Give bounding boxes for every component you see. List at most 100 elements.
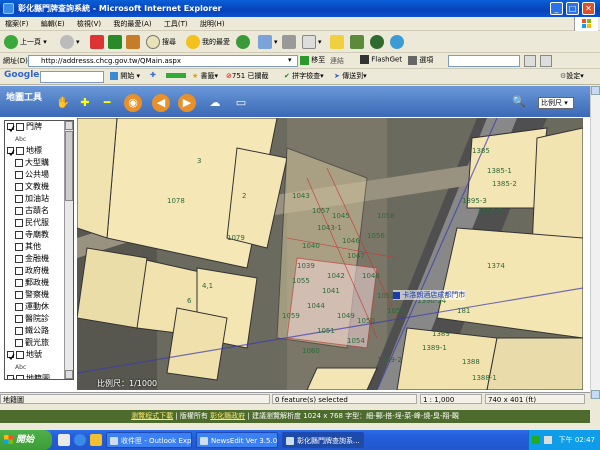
layer-list-scrollbar[interactable] bbox=[64, 121, 73, 379]
url-dropdown-icon[interactable]: ▾ bbox=[288, 56, 292, 64]
layer-checkbox[interactable] bbox=[7, 123, 15, 132]
search-button[interactable]: 搜尋 bbox=[146, 34, 176, 50]
msn-button[interactable] bbox=[390, 34, 406, 50]
tray-volume-icon[interactable] bbox=[544, 436, 553, 444]
google-search-button[interactable]: 開始 ▾ bbox=[110, 71, 140, 81]
forward-button[interactable]: ▾ bbox=[60, 34, 80, 50]
flashget-search-button[interactable] bbox=[524, 55, 536, 67]
print-map-icon[interactable]: ▭ bbox=[232, 94, 250, 112]
layer-row[interactable]: 地號 bbox=[5, 349, 73, 361]
send-to-button[interactable]: ➤ 傳送到▾ bbox=[334, 71, 367, 81]
menu-file[interactable]: 檔案(F) bbox=[0, 17, 34, 31]
previous-extent-icon[interactable]: ◀ bbox=[152, 94, 170, 112]
layer-row[interactable]: 文教機 bbox=[5, 181, 73, 193]
home-button[interactable] bbox=[126, 34, 142, 50]
google-search-input[interactable] bbox=[40, 71, 104, 83]
browser-vertical-scrollbar[interactable] bbox=[590, 86, 600, 399]
menu-favorites[interactable]: 我的最愛(A) bbox=[108, 17, 156, 31]
poi-label[interactable]: 卡洛朗酒店成都門市 bbox=[393, 290, 466, 300]
layer-row[interactable]: 寺廟教 bbox=[5, 229, 73, 241]
research-button[interactable] bbox=[350, 34, 366, 50]
menu-edit[interactable]: 編輯(E) bbox=[36, 17, 70, 31]
layer-checkbox[interactable] bbox=[7, 147, 15, 156]
identify-icon[interactable]: ☁ bbox=[206, 94, 224, 112]
layer-checkbox[interactable] bbox=[7, 351, 15, 360]
quicklaunch-outlook-icon[interactable] bbox=[90, 434, 102, 446]
start-button[interactable]: 開始 bbox=[0, 430, 52, 450]
layer-row[interactable]: 古蹟名 bbox=[5, 205, 73, 217]
font-note: 細-郵-搭-埕-菜-峰-燒-臭-翔-靦 bbox=[366, 412, 459, 420]
layer-row[interactable]: 加油站 bbox=[5, 193, 73, 205]
next-extent-icon[interactable]: ▶ bbox=[178, 94, 196, 112]
layer-scroll-up[interactable] bbox=[65, 121, 73, 130]
url-input[interactable]: http://addresss.chcg.gov.tw/QMain.aspx bbox=[28, 55, 298, 67]
messenger-button[interactable] bbox=[330, 34, 346, 50]
layer-row[interactable]: 金融機 bbox=[5, 253, 73, 265]
layer-row[interactable]: 大型購 bbox=[5, 157, 73, 169]
menu-view[interactable]: 檢視(V) bbox=[72, 17, 106, 31]
taskbar-item-browser[interactable]: 彰化縣門牌查詢系... bbox=[282, 432, 364, 448]
maximize-button[interactable]: □ bbox=[566, 2, 579, 15]
options-button[interactable]: 選項 bbox=[408, 55, 433, 65]
county-government-link[interactable]: 彰化縣政府 bbox=[210, 412, 245, 420]
pan-hand-icon[interactable]: ✋ bbox=[54, 94, 72, 112]
scroll-down-button[interactable] bbox=[591, 390, 600, 399]
close-button[interactable]: ✕ bbox=[582, 2, 595, 15]
quicklaunch-desktop-icon[interactable] bbox=[58, 434, 70, 446]
layer-row[interactable]: 醫院診 bbox=[5, 313, 73, 325]
spellcheck-button[interactable]: ✔ 拼字檢查▾ bbox=[284, 71, 324, 81]
map-view[interactable]: 3 1078 1079 2 4,1 6 1043 1385 1385-1 1385-2 1395-3… bbox=[77, 118, 583, 390]
go-button[interactable]: 移至 bbox=[300, 55, 325, 65]
layer-row[interactable]: 其他 bbox=[5, 241, 73, 253]
google-settings-button[interactable]: ⚙設定▾ bbox=[560, 71, 584, 81]
popup-blocker-button[interactable]: ⊘751 已攔截 bbox=[226, 71, 268, 81]
print-button[interactable] bbox=[282, 34, 298, 50]
google-extras-icon[interactable]: ✚ bbox=[150, 71, 156, 79]
back-button[interactable]: 上一頁 ▾ bbox=[4, 34, 47, 50]
refresh-button[interactable] bbox=[108, 34, 124, 50]
viewer-download-link[interactable]: 瀏覽程式下載 bbox=[131, 412, 173, 420]
zoom-in-icon[interactable]: ✚ bbox=[76, 94, 94, 112]
aerial-map[interactable]: 3 1078 1079 2 4,1 6 1043 1385 1385-1 1385-2 1395-3… bbox=[77, 118, 583, 390]
layer-row[interactable]: 警察機 bbox=[5, 289, 73, 301]
layer-row[interactable]: 門牌 bbox=[5, 121, 73, 133]
links-label[interactable]: 連結 bbox=[330, 56, 344, 66]
layer-row[interactable]: 政府機 bbox=[5, 265, 73, 277]
layer-row[interactable]: 觀光旅 bbox=[5, 337, 73, 349]
stop-button[interactable] bbox=[90, 34, 106, 50]
quicklaunch-ie-icon[interactable] bbox=[74, 434, 86, 446]
layer-checkbox[interactable] bbox=[7, 375, 15, 379]
layer-row[interactable]: Abc bbox=[5, 133, 73, 145]
layer-scroll-thumb[interactable] bbox=[65, 131, 73, 201]
history-button[interactable] bbox=[236, 34, 252, 50]
minimize-button[interactable]: _ bbox=[550, 2, 563, 15]
menu-tools[interactable]: 工具(T) bbox=[159, 17, 193, 31]
flashget-search-input[interactable] bbox=[448, 55, 520, 67]
flashget-button[interactable]: FlashGet bbox=[360, 55, 402, 64]
tray-network-icon[interactable] bbox=[532, 436, 541, 444]
layer-row[interactable]: 鐵公路 bbox=[5, 325, 73, 337]
taskbar-item-outlook[interactable]: 收件匣 - Outlook Exp... bbox=[106, 432, 192, 448]
taskbar-item-newsedit[interactable]: NewsEdit Ver 3.5.0 bbox=[196, 432, 278, 448]
layer-row[interactable]: Abc bbox=[5, 361, 73, 373]
scale-select[interactable]: 比例尺 ▾ bbox=[538, 97, 574, 109]
research-icon bbox=[350, 35, 364, 49]
edit-button[interactable]: ▾ bbox=[302, 34, 322, 50]
layer-row[interactable]: 郵政機 bbox=[5, 277, 73, 289]
layer-row[interactable]: 公共場 bbox=[5, 169, 73, 181]
flashget-extra-button[interactable] bbox=[540, 55, 552, 67]
favorites-button[interactable]: 我的最愛 bbox=[186, 34, 230, 50]
mail-button[interactable]: ▾ bbox=[258, 34, 278, 50]
clock[interactable]: 下午 02:47 bbox=[559, 436, 595, 444]
user-button[interactable] bbox=[370, 34, 386, 50]
layer-scroll-down[interactable] bbox=[65, 370, 73, 379]
zoom-out-icon[interactable]: ━ bbox=[98, 94, 116, 112]
layer-row[interactable]: 運動休 bbox=[5, 301, 73, 313]
bookmarks-button[interactable]: ★ 書籤▾ bbox=[192, 71, 218, 81]
menu-help[interactable]: 說明(H) bbox=[195, 17, 230, 31]
layer-row[interactable]: 民代服 bbox=[5, 217, 73, 229]
scroll-up-button[interactable] bbox=[591, 86, 600, 95]
full-extent-icon[interactable]: ◉ bbox=[124, 94, 142, 112]
layer-row[interactable]: 地標 bbox=[5, 145, 73, 157]
layer-row[interactable]: 地籍圖 bbox=[5, 373, 73, 379]
